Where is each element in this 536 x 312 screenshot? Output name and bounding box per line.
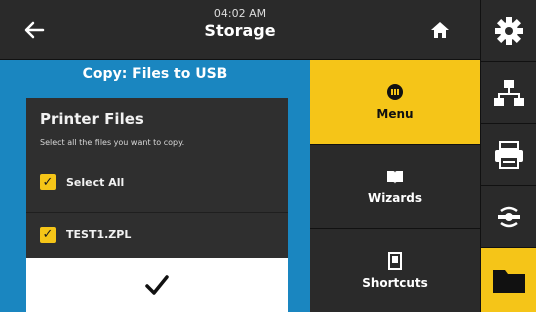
- nav-item-wizards[interactable]: Wizards: [310, 144, 480, 228]
- clock-time: 04:02 AM: [213, 7, 267, 20]
- home-icon: [431, 22, 449, 38]
- panel-title: Copy: Files to USB: [82, 66, 228, 82]
- printer-files-dialog: Printer Files Select all the files you w…: [26, 98, 288, 312]
- nav-label-wizards: Wizards: [367, 190, 423, 205]
- dialog-subtitle: Select all the files you want to copy.: [40, 138, 185, 147]
- select-all-checkbox[interactable]: ✓: [40, 174, 56, 190]
- storage-button[interactable]: [481, 248, 536, 312]
- select-all-row[interactable]: ✓ Select All: [26, 160, 288, 204]
- settings-gear-icon: [495, 16, 523, 45]
- select-all-label: Select All: [66, 175, 125, 189]
- page-title: Storage: [204, 21, 276, 40]
- menu-icon: [387, 84, 403, 100]
- copy-files-panel: Copy: Files to USB Printer Files Select …: [0, 60, 310, 312]
- confirm-button[interactable]: [26, 258, 288, 312]
- side-toolbar: [480, 0, 536, 312]
- nav-label-shortcuts: Shortcuts: [362, 275, 428, 290]
- nav-label-menu: Menu: [376, 107, 414, 121]
- nav-item-menu[interactable]: Menu: [310, 60, 480, 144]
- printer-icon: [495, 140, 523, 169]
- home-button[interactable]: [420, 12, 460, 48]
- book-icon: [387, 170, 403, 184]
- connection-icon: [498, 206, 520, 227]
- file-row[interactable]: ✓ TEST1.ZPL: [26, 212, 288, 256]
- folder-icon: [493, 270, 525, 293]
- print-button[interactable]: [481, 124, 536, 186]
- file-name: TEST1.ZPL: [66, 228, 132, 241]
- file-checkbox[interactable]: ✓: [40, 226, 56, 243]
- network-button[interactable]: [481, 62, 536, 124]
- connection-button[interactable]: [481, 186, 536, 248]
- main-nav: Menu Wizards Shortcuts: [310, 60, 480, 312]
- nav-item-shortcuts[interactable]: Shortcuts: [310, 228, 480, 312]
- dialog-heading: Printer Files: [40, 110, 144, 128]
- header-bar: 04:02 AM Storage: [0, 0, 480, 60]
- checkmark-icon: [145, 275, 169, 295]
- bookmark-icon: [388, 251, 402, 270]
- network-icon: [494, 79, 524, 106]
- settings-button[interactable]: [481, 0, 536, 62]
